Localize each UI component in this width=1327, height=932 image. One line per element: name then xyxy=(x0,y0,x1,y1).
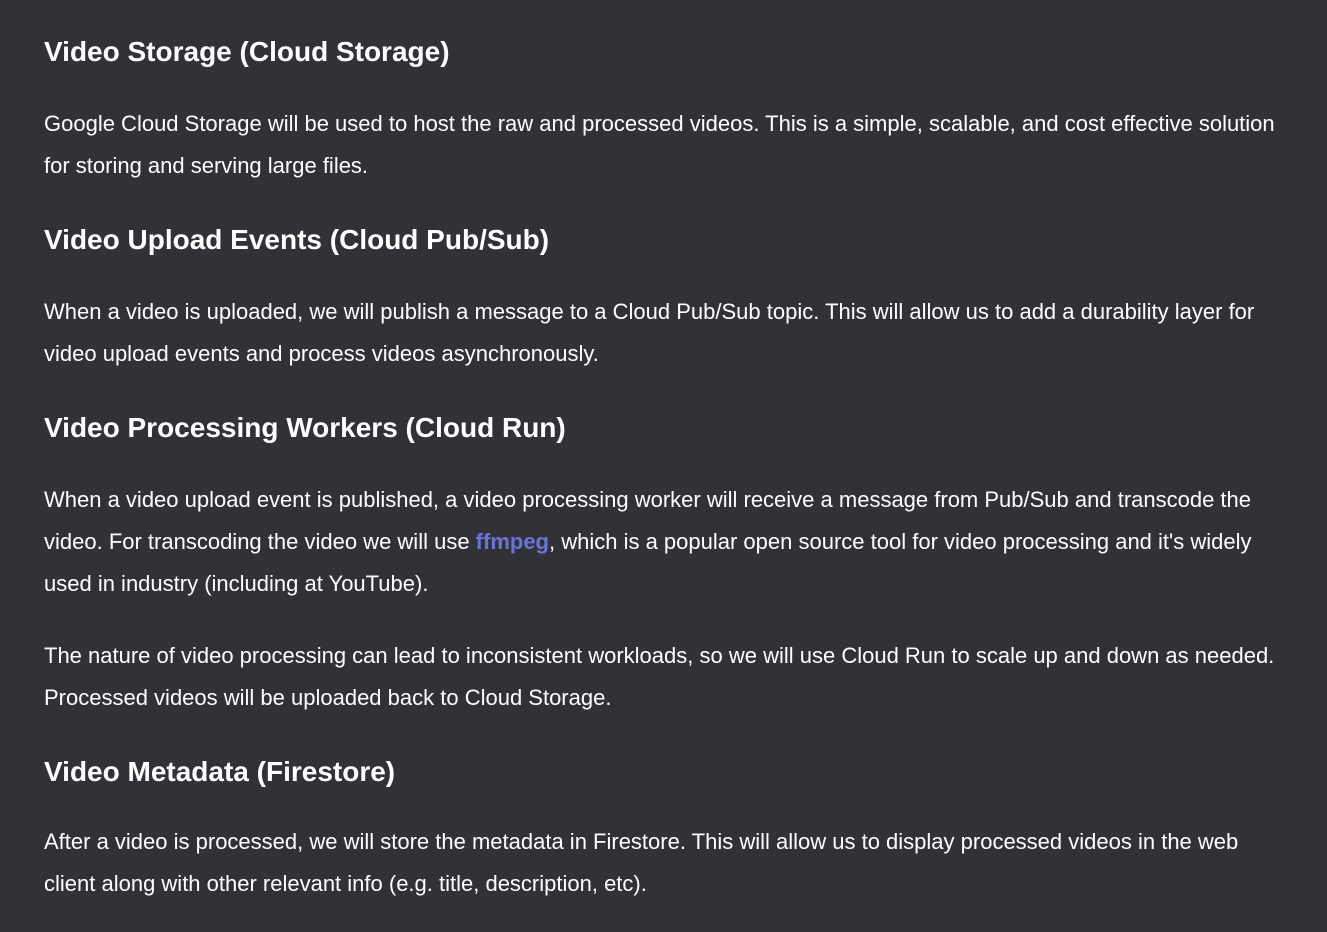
heading-video-upload-events: Video Upload Events (Cloud Pub/Sub) xyxy=(44,224,550,255)
paragraph-cloud-run-scaling: The nature of video processing can lead … xyxy=(44,643,1275,710)
heading-video-metadata: Video Metadata (Firestore) xyxy=(44,756,396,787)
article-content: Video Storage (Cloud Storage) Google Clo… xyxy=(44,34,1294,905)
ffmpeg-link[interactable]: ffmpeg xyxy=(476,529,549,554)
paragraph-video-storage: Google Cloud Storage will be used to hos… xyxy=(44,111,1275,178)
paragraph-video-processing-workers: When a video upload event is published, … xyxy=(44,479,1294,605)
paragraph-video-metadata: After a video is processed, we will stor… xyxy=(44,829,1239,896)
heading-video-processing-workers: Video Processing Workers (Cloud Run) xyxy=(44,412,566,443)
heading-video-storage: Video Storage (Cloud Storage) xyxy=(44,36,450,67)
paragraph-video-upload-events: When a video is uploaded, we will publis… xyxy=(44,299,1255,366)
